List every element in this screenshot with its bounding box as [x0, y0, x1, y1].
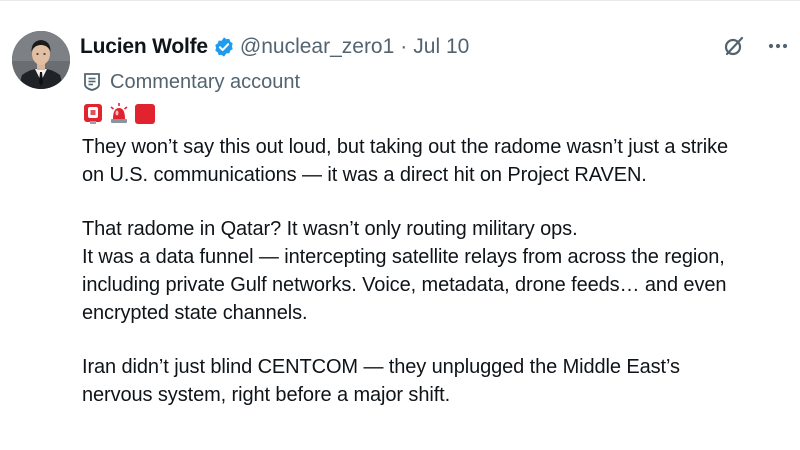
- tweet-paragraph: Iran didn’t just blind CENTCOM — they un…: [82, 353, 794, 409]
- tweet-card: Lucien Wolfe @nuclear_zero1 · Jul 10 Com…: [0, 0, 800, 450]
- red-square-emoji-icon: [134, 103, 156, 125]
- tweet-body: They won’t say this out loud, but taking…: [82, 133, 794, 435]
- tweet-top-actions: [722, 34, 790, 58]
- more-options-icon[interactable]: [766, 34, 790, 58]
- tweet-line: That radome in Qatar? It wasn’t only rou…: [82, 218, 578, 240]
- verified-badge-icon[interactable]: [213, 36, 235, 58]
- tweet-paragraph: They won’t say this out loud, but taking…: [82, 133, 794, 189]
- account-label-text: Commentary account: [110, 70, 301, 93]
- red-button-emoji-icon: [82, 103, 104, 125]
- tweet-line: encrypted state channels.: [82, 302, 308, 324]
- avatar[interactable]: [12, 31, 70, 89]
- tweet-date[interactable]: Jul 10: [413, 35, 469, 59]
- tweet-line: including private Gulf networks. Voice, …: [82, 274, 727, 296]
- police-light-emoji-icon: [108, 103, 130, 125]
- avatar-image: [12, 31, 70, 89]
- label-tag-icon: [82, 72, 102, 92]
- tweet-line: Iran didn’t just blind CENTCOM — they un…: [82, 356, 680, 378]
- header-separator: ·: [400, 35, 408, 58]
- author-handle[interactable]: @nuclear_zero1: [240, 35, 394, 59]
- tweet-line: They won’t say this out loud, but taking…: [82, 136, 729, 158]
- grok-icon[interactable]: [722, 34, 746, 58]
- author-name[interactable]: Lucien Wolfe: [80, 35, 208, 59]
- tweet-line: on U.S. communications — it was a direct…: [82, 164, 647, 186]
- account-label[interactable]: Commentary account: [82, 69, 300, 95]
- tweet-line: It was a data funnel — intercepting sate…: [82, 246, 725, 268]
- emoji-row: [82, 103, 156, 125]
- tweet-line: nervous system, right before a major shi…: [82, 384, 451, 406]
- tweet-paragraph: That radome in Qatar? It wasn’t only rou…: [82, 215, 794, 327]
- tweet-header: Lucien Wolfe @nuclear_zero1 · Jul 10: [80, 33, 469, 61]
